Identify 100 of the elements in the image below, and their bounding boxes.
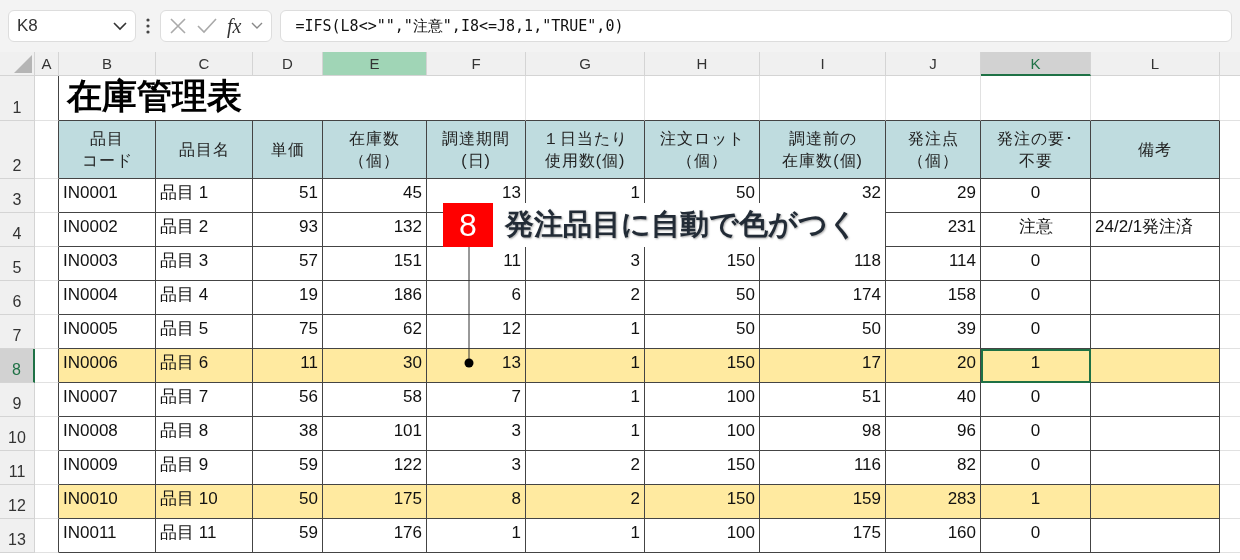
table-cell: 24/2/1発注済: [1091, 213, 1220, 247]
formula-field[interactable]: =IFS(L8<>"","注意",I8<=J8,1,"TRUE",0): [280, 10, 1232, 42]
table-cell: 100: [645, 519, 760, 553]
column-header[interactable]: E: [323, 52, 427, 76]
column-heading: 品目 コード: [59, 121, 156, 179]
table-cell: IN0008: [59, 417, 156, 451]
table-cell: 50: [760, 315, 886, 349]
table-cell: 17: [760, 349, 886, 383]
row-header[interactable]: 6: [0, 281, 35, 315]
table-cell: IN0004: [59, 281, 156, 315]
column-header[interactable]: D: [253, 52, 323, 76]
table-cell: 品目 9: [156, 451, 253, 485]
row-header[interactable]: 11: [0, 451, 35, 485]
table-cell: IN0009: [59, 451, 156, 485]
table-cell: 30: [323, 349, 427, 383]
column-header[interactable]: [1220, 52, 1240, 76]
table-cell: 38: [253, 417, 323, 451]
table-cell: 51: [253, 179, 323, 213]
column-heading: 単価: [253, 121, 323, 179]
table-cell: 1: [526, 315, 645, 349]
table-cell: 283: [886, 485, 981, 519]
more-options-icon[interactable]: [146, 18, 150, 34]
check-icon[interactable]: [197, 18, 217, 34]
chevron-down-icon[interactable]: [251, 22, 264, 30]
table-cell: 2: [526, 281, 645, 315]
table-cell: 40: [886, 383, 981, 417]
table-cell: 品目 8: [156, 417, 253, 451]
table-cell: 注意: [981, 213, 1091, 247]
table-cell: 19: [253, 281, 323, 315]
table-cell: 59: [253, 519, 323, 553]
column-header[interactable]: C: [156, 52, 253, 76]
column-header[interactable]: F: [427, 52, 526, 76]
row-header[interactable]: 12: [0, 485, 35, 519]
table-cell: 8: [427, 485, 526, 519]
table-cell: 0: [981, 383, 1091, 417]
table-cell: 175: [760, 519, 886, 553]
column-heading: 調達期間 (日): [427, 121, 526, 179]
table-cell: 12: [427, 315, 526, 349]
row-header[interactable]: 7: [0, 315, 35, 349]
table-cell: 96: [886, 417, 981, 451]
table-cell: 7: [427, 383, 526, 417]
table-cell: IN0003: [59, 247, 156, 281]
table-cell: IN0011: [59, 519, 156, 553]
table-cell: 13: [427, 349, 526, 383]
row-header[interactable]: 2: [0, 121, 35, 179]
table-cell: 175: [323, 485, 427, 519]
column-header[interactable]: A: [35, 52, 59, 76]
column-header[interactable]: K: [981, 52, 1091, 76]
column-header[interactable]: I: [760, 52, 886, 76]
select-all-icon[interactable]: [14, 55, 32, 73]
table-cell: 品目 11: [156, 519, 253, 553]
table-cell: 品目 2: [156, 213, 253, 247]
row-header[interactable]: 8: [0, 349, 35, 383]
cancel-icon[interactable]: [169, 17, 187, 35]
insert-function-button[interactable]: fx: [227, 14, 242, 38]
table-cell: 114: [886, 247, 981, 281]
row-header[interactable]: 1: [0, 76, 35, 121]
table-cell: 2: [526, 451, 645, 485]
table-cell: 20: [886, 349, 981, 383]
table-cell: IN0007: [59, 383, 156, 417]
row-header[interactable]: 9: [0, 383, 35, 417]
column-header[interactable]: G: [526, 52, 645, 76]
table-cell: 1: [981, 349, 1091, 383]
table-cell: 59: [253, 451, 323, 485]
row-header[interactable]: 13: [0, 519, 35, 553]
table-cell: 159: [760, 485, 886, 519]
table-cell: 3: [427, 417, 526, 451]
table-cell: 176: [323, 519, 427, 553]
table-cell: 11: [427, 247, 526, 281]
table-cell: 3: [526, 247, 645, 281]
table-cell: 2: [526, 485, 645, 519]
table-cell: 231: [886, 213, 981, 247]
table-cell: 39: [886, 315, 981, 349]
column-heading: 品目名: [156, 121, 253, 179]
table-cell: 1: [427, 519, 526, 553]
table-cell: 93: [253, 213, 323, 247]
table-cell: 品目 5: [156, 315, 253, 349]
column-header[interactable]: L: [1091, 52, 1220, 76]
row-header[interactable]: 3: [0, 179, 35, 213]
table-cell: 158: [886, 281, 981, 315]
table-cell: 132: [323, 213, 427, 247]
table-cell: IN0005: [59, 315, 156, 349]
table-cell: 100: [645, 383, 760, 417]
table-cell: 1: [981, 485, 1091, 519]
table-cell: 0: [981, 247, 1091, 281]
table-cell: 0: [981, 315, 1091, 349]
row-header[interactable]: 10: [0, 417, 35, 451]
table-cell: 75: [253, 315, 323, 349]
column-header[interactable]: H: [645, 52, 760, 76]
row-header[interactable]: 4: [0, 213, 35, 247]
column-header[interactable]: J: [886, 52, 981, 76]
row-header[interactable]: 5: [0, 247, 35, 281]
table-cell: 11: [253, 349, 323, 383]
name-box[interactable]: K8: [8, 10, 136, 42]
table-cell: IN0006: [59, 349, 156, 383]
table-cell: 56: [253, 383, 323, 417]
column-header[interactable]: B: [59, 52, 156, 76]
table-cell: 29: [886, 179, 981, 213]
table-cell: 6: [427, 281, 526, 315]
table-cell: 45: [323, 179, 427, 213]
